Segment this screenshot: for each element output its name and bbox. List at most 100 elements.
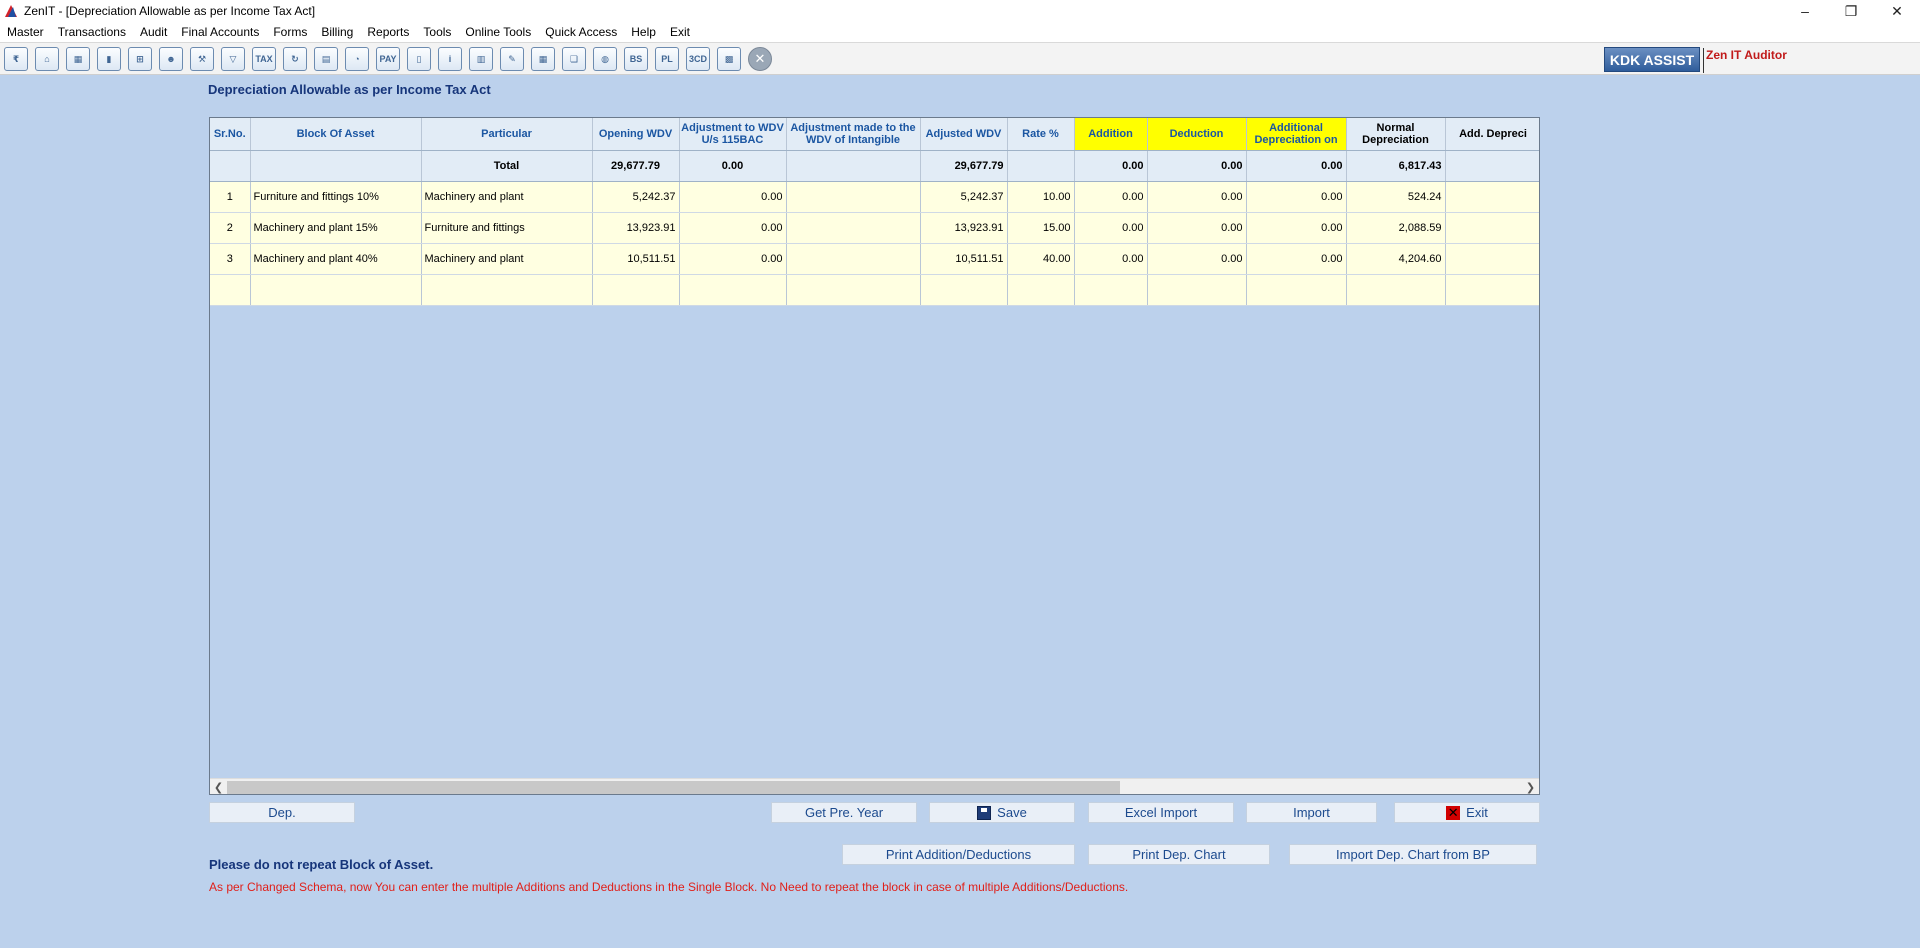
cell-normal-dep[interactable]: 524.24 bbox=[1346, 181, 1446, 213]
excel-import-button[interactable]: Excel Import bbox=[1088, 802, 1234, 823]
report-icon[interactable]: ▥ bbox=[469, 47, 493, 71]
cell-sr[interactable]: 2 bbox=[210, 212, 251, 244]
empty-cell[interactable] bbox=[210, 274, 251, 306]
save-button[interactable]: Save bbox=[929, 802, 1075, 823]
horizontal-scrollbar[interactable]: ❮ ❯ bbox=[210, 778, 1539, 794]
cell-block[interactable]: Machinery and plant 15% bbox=[250, 212, 422, 244]
menu-master[interactable]: Master bbox=[0, 25, 51, 39]
cell-adj-intangible[interactable] bbox=[786, 243, 921, 275]
cell-adjusted-wdv[interactable]: 5,242.37 bbox=[920, 181, 1008, 213]
dep-button[interactable]: Dep. bbox=[209, 802, 355, 823]
table-row[interactable]: 2 Machinery and plant 15% Furniture and fi… bbox=[210, 212, 1539, 244]
cell-additional-dep[interactable]: 0.00 bbox=[1246, 181, 1347, 213]
empty-cell[interactable] bbox=[1074, 274, 1148, 306]
cell-add-dep[interactable] bbox=[1445, 181, 1539, 213]
empty-cell[interactable] bbox=[1007, 274, 1075, 306]
cell-addition[interactable]: 0.00 bbox=[1074, 181, 1148, 213]
gift-icon[interactable]: ⊞ bbox=[128, 47, 152, 71]
scrollbar-thumb[interactable] bbox=[227, 781, 1120, 794]
pie-icon[interactable]: ◔ bbox=[345, 47, 369, 71]
zen-it-auditor-link[interactable]: Zen IT Auditor bbox=[1703, 48, 1787, 73]
building-icon[interactable]: ▦ bbox=[66, 47, 90, 71]
users-icon[interactable]: ☻ bbox=[159, 47, 183, 71]
cell-rate[interactable]: 40.00 bbox=[1007, 243, 1075, 275]
close-window-icon[interactable]: ✕ bbox=[1874, 0, 1920, 22]
cell-adj-intangible[interactable] bbox=[786, 181, 921, 213]
edit-doc-icon[interactable]: ✎ bbox=[500, 47, 524, 71]
empty-input-row[interactable] bbox=[210, 274, 1539, 306]
cell-deduction[interactable]: 0.00 bbox=[1147, 212, 1247, 244]
empty-cell[interactable] bbox=[421, 274, 593, 306]
home-icon[interactable]: ⌂ bbox=[35, 47, 59, 71]
cell-deduction[interactable]: 0.00 bbox=[1147, 181, 1247, 213]
cell-rate[interactable]: 15.00 bbox=[1007, 212, 1075, 244]
cell-block[interactable]: Machinery and plant 40% bbox=[250, 243, 422, 275]
exit-button[interactable]: ✕ Exit bbox=[1394, 802, 1540, 823]
cell-normal-dep[interactable]: 4,204.60 bbox=[1346, 243, 1446, 275]
table-row[interactable]: 1 Furniture and fittings 10% Machinery and… bbox=[210, 181, 1539, 213]
folder-icon[interactable]: ❏ bbox=[562, 47, 586, 71]
table-row[interactable]: 3 Machinery and plant 40% Machinery and pl… bbox=[210, 243, 1539, 275]
bs-icon[interactable]: BS bbox=[624, 47, 648, 71]
scroll-left-icon[interactable]: ❮ bbox=[210, 779, 227, 794]
calendar-icon[interactable]: ▦ bbox=[531, 47, 555, 71]
print-addition-deductions-button[interactable]: Print Addition/Deductions bbox=[842, 844, 1075, 865]
menu-online-tools[interactable]: Online Tools bbox=[458, 25, 538, 39]
refresh-icon[interactable]: ↻ bbox=[283, 47, 307, 71]
cell-block[interactable]: Furniture and fittings 10% bbox=[250, 181, 422, 213]
menu-forms[interactable]: Forms bbox=[266, 25, 314, 39]
cell-adjusted-wdv[interactable]: 10,511.51 bbox=[920, 243, 1008, 275]
cell-particular[interactable]: Machinery and plant bbox=[421, 181, 593, 213]
empty-cell[interactable] bbox=[592, 274, 680, 306]
cell-rate[interactable]: 10.00 bbox=[1007, 181, 1075, 213]
menu-audit[interactable]: Audit bbox=[133, 25, 174, 39]
cell-opening-wdv[interactable]: 13,923.91 bbox=[592, 212, 680, 244]
cell-opening-wdv[interactable]: 10,511.51 bbox=[592, 243, 680, 275]
import-button[interactable]: Import bbox=[1246, 802, 1377, 823]
empty-cell[interactable] bbox=[1246, 274, 1347, 306]
cell-sr[interactable]: 3 bbox=[210, 243, 251, 275]
menu-exit[interactable]: Exit bbox=[663, 25, 697, 39]
cell-adj-115bac[interactable]: 0.00 bbox=[679, 181, 787, 213]
menu-billing[interactable]: Billing bbox=[314, 25, 360, 39]
empty-cell[interactable] bbox=[679, 274, 787, 306]
cell-sr[interactable]: 1 bbox=[210, 181, 251, 213]
cell-adj-115bac[interactable]: 0.00 bbox=[679, 243, 787, 275]
cell-particular[interactable]: Machinery and plant bbox=[421, 243, 593, 275]
get-pre-year-button[interactable]: Get Pre. Year bbox=[771, 802, 917, 823]
cell-opening-wdv[interactable]: 5,242.37 bbox=[592, 181, 680, 213]
pl-icon[interactable]: PL bbox=[655, 47, 679, 71]
cell-add-dep[interactable] bbox=[1445, 243, 1539, 275]
cell-normal-dep[interactable]: 2,088.59 bbox=[1346, 212, 1446, 244]
cell-addition[interactable]: 0.00 bbox=[1074, 243, 1148, 275]
empty-cell[interactable] bbox=[1346, 274, 1446, 306]
cell-additional-dep[interactable]: 0.00 bbox=[1246, 212, 1347, 244]
rupee-icon[interactable]: ₹ bbox=[4, 47, 28, 71]
hammer-icon[interactable]: ⚒ bbox=[190, 47, 214, 71]
cell-adj-115bac[interactable]: 0.00 bbox=[679, 212, 787, 244]
cell-addition[interactable]: 0.00 bbox=[1074, 212, 1148, 244]
tax-icon[interactable]: TAX bbox=[252, 47, 276, 71]
restore-icon[interactable]: ❐ bbox=[1828, 0, 1874, 22]
menu-quick-access[interactable]: Quick Access bbox=[538, 25, 624, 39]
cell-adjusted-wdv[interactable]: 13,923.91 bbox=[920, 212, 1008, 244]
info-icon[interactable]: i bbox=[438, 47, 462, 71]
cell-add-dep[interactable] bbox=[1445, 212, 1539, 244]
3cd-icon[interactable]: 3CD bbox=[686, 47, 710, 71]
cell-deduction[interactable]: 0.00 bbox=[1147, 243, 1247, 275]
bar-chart-icon[interactable]: ▮ bbox=[97, 47, 121, 71]
scroll-right-icon[interactable]: ❯ bbox=[1522, 779, 1539, 794]
grid-doc-icon[interactable]: ▩ bbox=[717, 47, 741, 71]
globe-icon[interactable]: ◍ bbox=[593, 47, 617, 71]
menu-reports[interactable]: Reports bbox=[360, 25, 416, 39]
pay-icon[interactable]: PAY bbox=[376, 47, 400, 71]
menu-tools[interactable]: Tools bbox=[416, 25, 458, 39]
cell-additional-dep[interactable]: 0.00 bbox=[1246, 243, 1347, 275]
menu-final-accounts[interactable]: Final Accounts bbox=[174, 25, 266, 39]
import-dep-chart-bp-button[interactable]: Import Dep. Chart from BP bbox=[1289, 844, 1537, 865]
empty-cell[interactable] bbox=[1147, 274, 1247, 306]
book-icon[interactable]: ▯ bbox=[407, 47, 431, 71]
empty-cell[interactable] bbox=[250, 274, 422, 306]
menu-transactions[interactable]: Transactions bbox=[51, 25, 133, 39]
empty-cell[interactable] bbox=[786, 274, 921, 306]
